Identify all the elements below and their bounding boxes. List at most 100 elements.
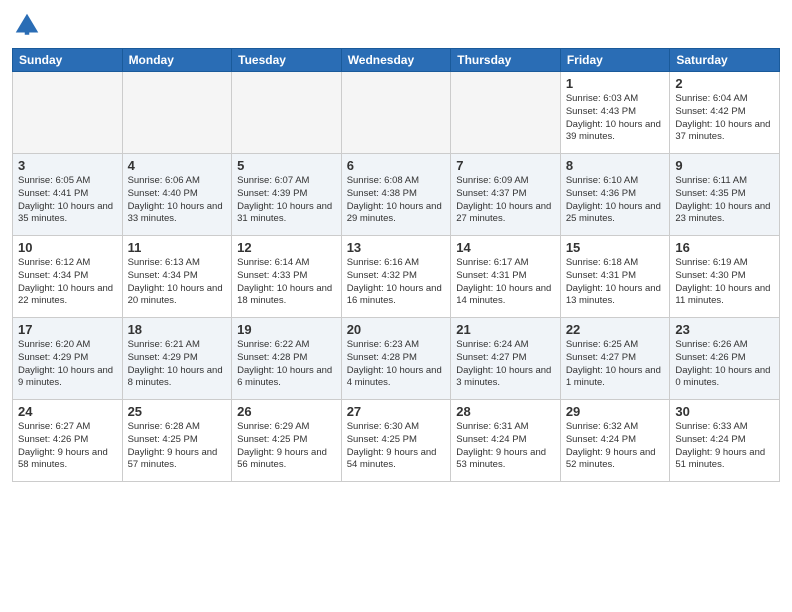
week-row-5: 24 Sunrise: 6:27 AM Sunset: 4:26 PM Dayli…: [13, 400, 780, 482]
day-number: 18: [128, 322, 227, 337]
weekday-header-row: SundayMondayTuesdayWednesdayThursdayFrid…: [13, 49, 780, 72]
weekday-header-monday: Monday: [122, 49, 232, 72]
calendar-cell: 5 Sunrise: 6:07 AM Sunset: 4:39 PM Daylig…: [232, 154, 342, 236]
calendar-cell: 29Sunrise: 6:32 AM Sunset: 4:24 PM Dayli…: [560, 400, 670, 482]
calendar-cell: 23 Sunrise: 6:26 AM Sunset: 4:26 PM Dayli…: [670, 318, 780, 400]
day-info: Sunrise: 6:30 AM Sunset: 4:25 PM Dayligh…: [347, 421, 446, 472]
day-info: Sunrise: 6:18 AM Sunset: 4:31 PM Dayligh…: [566, 257, 665, 308]
day-number: 7: [456, 158, 555, 173]
day-info: Sunrise: 6:25 AM Sunset: 4:27 PM Dayligh…: [566, 339, 665, 390]
calendar-cell: 15 Sunrise: 6:18 AM Sunset: 4:31 PM Dayli…: [560, 236, 670, 318]
day-number: 8: [566, 158, 665, 173]
calendar-cell: 13 Sunrise: 6:16 AM Sunset: 4:32 PM Dayli…: [341, 236, 451, 318]
day-number: 11: [128, 240, 227, 255]
weekday-header-wednesday: Wednesday: [341, 49, 451, 72]
day-info: Sunrise: 6:11 AM Sunset: 4:35 PM Dayligh…: [675, 175, 774, 226]
day-number: 23: [675, 322, 774, 337]
calendar-cell: 1 Sunrise: 6:03 AM Sunset: 4:43 PM Daylig…: [560, 72, 670, 154]
calendar-cell: [451, 72, 561, 154]
calendar: SundayMondayTuesdayWednesdayThursdayFrid…: [12, 48, 780, 482]
day-info: Sunrise: 6:26 AM Sunset: 4:26 PM Dayligh…: [675, 339, 774, 390]
day-info: Sunrise: 6:19 AM Sunset: 4:30 PM Dayligh…: [675, 257, 774, 308]
calendar-cell: [232, 72, 342, 154]
day-number: 3: [18, 158, 117, 173]
calendar-cell: 8 Sunrise: 6:10 AM Sunset: 4:36 PM Daylig…: [560, 154, 670, 236]
calendar-cell: 20 Sunrise: 6:23 AM Sunset: 4:28 PM Dayli…: [341, 318, 451, 400]
calendar-cell: 12Sunrise: 6:14 AM Sunset: 4:33 PM Dayli…: [232, 236, 342, 318]
day-number: 12: [237, 240, 336, 255]
day-number: 9: [675, 158, 774, 173]
day-info: Sunrise: 6:22 AM Sunset: 4:28 PM Dayligh…: [237, 339, 336, 390]
day-number: 17: [18, 322, 117, 337]
day-info: Sunrise: 6:10 AM Sunset: 4:36 PM Dayligh…: [566, 175, 665, 226]
day-info: Sunrise: 6:31 AM Sunset: 4:24 PM Dayligh…: [456, 421, 555, 472]
day-number: 20: [347, 322, 446, 337]
week-row-4: 17 Sunrise: 6:20 AM Sunset: 4:29 PM Dayli…: [13, 318, 780, 400]
header: [12, 10, 780, 40]
calendar-cell: 14 Sunrise: 6:17 AM Sunset: 4:31 PM Dayli…: [451, 236, 561, 318]
calendar-cell: 11 Sunrise: 6:13 AM Sunset: 4:34 PM Dayli…: [122, 236, 232, 318]
day-number: 30: [675, 404, 774, 419]
calendar-cell: 26 Sunrise: 6:29 AM Sunset: 4:25 PM Dayli…: [232, 400, 342, 482]
weekday-header-saturday: Saturday: [670, 49, 780, 72]
day-info: Sunrise: 6:17 AM Sunset: 4:31 PM Dayligh…: [456, 257, 555, 308]
day-info: Sunrise: 6:23 AM Sunset: 4:28 PM Dayligh…: [347, 339, 446, 390]
day-info: Sunrise: 6:05 AM Sunset: 4:41 PM Dayligh…: [18, 175, 117, 226]
weekday-header-friday: Friday: [560, 49, 670, 72]
day-info: Sunrise: 6:12 AM Sunset: 4:34 PM Dayligh…: [18, 257, 117, 308]
calendar-cell: 24 Sunrise: 6:27 AM Sunset: 4:26 PM Dayli…: [13, 400, 123, 482]
calendar-cell: 3 Sunrise: 6:05 AM Sunset: 4:41 PM Daylig…: [13, 154, 123, 236]
page: SundayMondayTuesdayWednesdayThursdayFrid…: [0, 0, 792, 612]
day-number: 15: [566, 240, 665, 255]
day-info: Sunrise: 6:27 AM Sunset: 4:26 PM Dayligh…: [18, 421, 117, 472]
day-number: 13: [347, 240, 446, 255]
calendar-cell: 19 Sunrise: 6:22 AM Sunset: 4:28 PM Dayli…: [232, 318, 342, 400]
calendar-cell: 17 Sunrise: 6:20 AM Sunset: 4:29 PM Dayli…: [13, 318, 123, 400]
day-number: 26: [237, 404, 336, 419]
calendar-cell: 4Sunrise: 6:06 AM Sunset: 4:40 PM Daylig…: [122, 154, 232, 236]
day-number: 14: [456, 240, 555, 255]
day-number: 1: [566, 76, 665, 91]
day-number: 29: [566, 404, 665, 419]
day-number: 24: [18, 404, 117, 419]
day-number: 10: [18, 240, 117, 255]
day-info: Sunrise: 6:06 AM Sunset: 4:40 PM Dayligh…: [128, 175, 227, 226]
calendar-cell: 21 Sunrise: 6:24 AM Sunset: 4:27 PM Dayli…: [451, 318, 561, 400]
calendar-cell: 6Sunrise: 6:08 AM Sunset: 4:38 PM Daylig…: [341, 154, 451, 236]
calendar-cell: [341, 72, 451, 154]
day-info: Sunrise: 6:29 AM Sunset: 4:25 PM Dayligh…: [237, 421, 336, 472]
day-info: Sunrise: 6:03 AM Sunset: 4:43 PM Dayligh…: [566, 93, 665, 144]
day-info: Sunrise: 6:16 AM Sunset: 4:32 PM Dayligh…: [347, 257, 446, 308]
calendar-cell: 2 Sunrise: 6:04 AM Sunset: 4:42 PM Daylig…: [670, 72, 780, 154]
week-row-1: 1 Sunrise: 6:03 AM Sunset: 4:43 PM Daylig…: [13, 72, 780, 154]
day-info: Sunrise: 6:09 AM Sunset: 4:37 PM Dayligh…: [456, 175, 555, 226]
week-row-3: 10 Sunrise: 6:12 AM Sunset: 4:34 PM Dayli…: [13, 236, 780, 318]
day-number: 19: [237, 322, 336, 337]
day-info: Sunrise: 6:07 AM Sunset: 4:39 PM Dayligh…: [237, 175, 336, 226]
day-number: 21: [456, 322, 555, 337]
calendar-cell: 10 Sunrise: 6:12 AM Sunset: 4:34 PM Dayli…: [13, 236, 123, 318]
day-info: Sunrise: 6:24 AM Sunset: 4:27 PM Dayligh…: [456, 339, 555, 390]
day-number: 22: [566, 322, 665, 337]
day-info: Sunrise: 6:20 AM Sunset: 4:29 PM Dayligh…: [18, 339, 117, 390]
calendar-cell: 28 Sunrise: 6:31 AM Sunset: 4:24 PM Dayli…: [451, 400, 561, 482]
calendar-cell: 25Sunrise: 6:28 AM Sunset: 4:25 PM Dayli…: [122, 400, 232, 482]
calendar-cell: [13, 72, 123, 154]
weekday-header-sunday: Sunday: [13, 49, 123, 72]
calendar-cell: 18 Sunrise: 6:21 AM Sunset: 4:29 PM Dayli…: [122, 318, 232, 400]
logo-icon: [12, 10, 42, 40]
week-row-2: 3 Sunrise: 6:05 AM Sunset: 4:41 PM Daylig…: [13, 154, 780, 236]
day-number: 28: [456, 404, 555, 419]
calendar-cell: 7 Sunrise: 6:09 AM Sunset: 4:37 PM Daylig…: [451, 154, 561, 236]
day-info: Sunrise: 6:33 AM Sunset: 4:24 PM Dayligh…: [675, 421, 774, 472]
day-info: Sunrise: 6:08 AM Sunset: 4:38 PM Dayligh…: [347, 175, 446, 226]
day-number: 5: [237, 158, 336, 173]
logo: [12, 10, 46, 40]
calendar-cell: 9 Sunrise: 6:11 AM Sunset: 4:35 PM Daylig…: [670, 154, 780, 236]
day-number: 2: [675, 76, 774, 91]
day-info: Sunrise: 6:04 AM Sunset: 4:42 PM Dayligh…: [675, 93, 774, 144]
day-info: Sunrise: 6:21 AM Sunset: 4:29 PM Dayligh…: [128, 339, 227, 390]
day-number: 27: [347, 404, 446, 419]
day-info: Sunrise: 6:13 AM Sunset: 4:34 PM Dayligh…: [128, 257, 227, 308]
day-info: Sunrise: 6:28 AM Sunset: 4:25 PM Dayligh…: [128, 421, 227, 472]
